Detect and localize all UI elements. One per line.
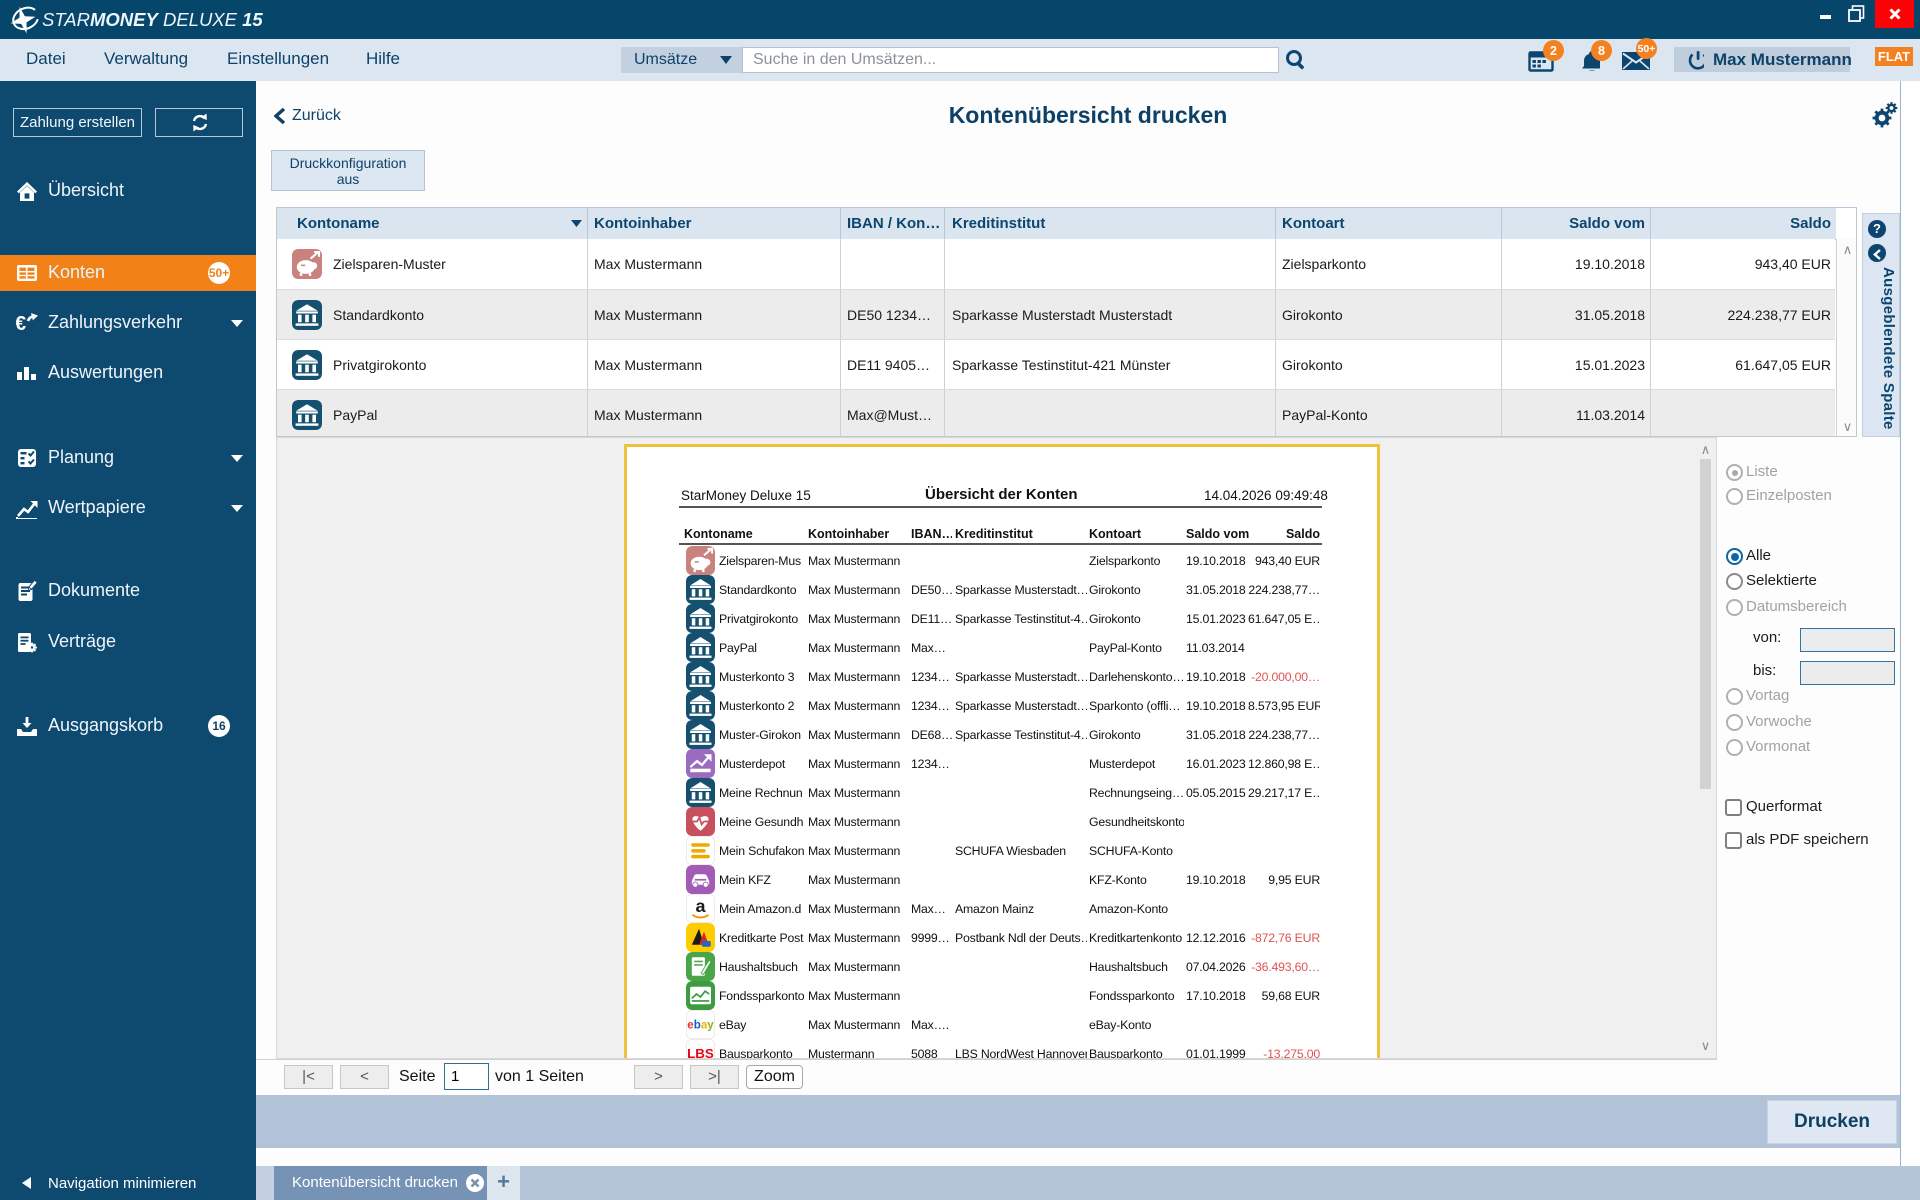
svg-text:a: a [696, 896, 707, 916]
svg-text:€: € [16, 313, 26, 334]
svg-text:LBS: LBS [687, 1046, 714, 1059]
svg-text:ebay: ebay [687, 1019, 714, 1032]
